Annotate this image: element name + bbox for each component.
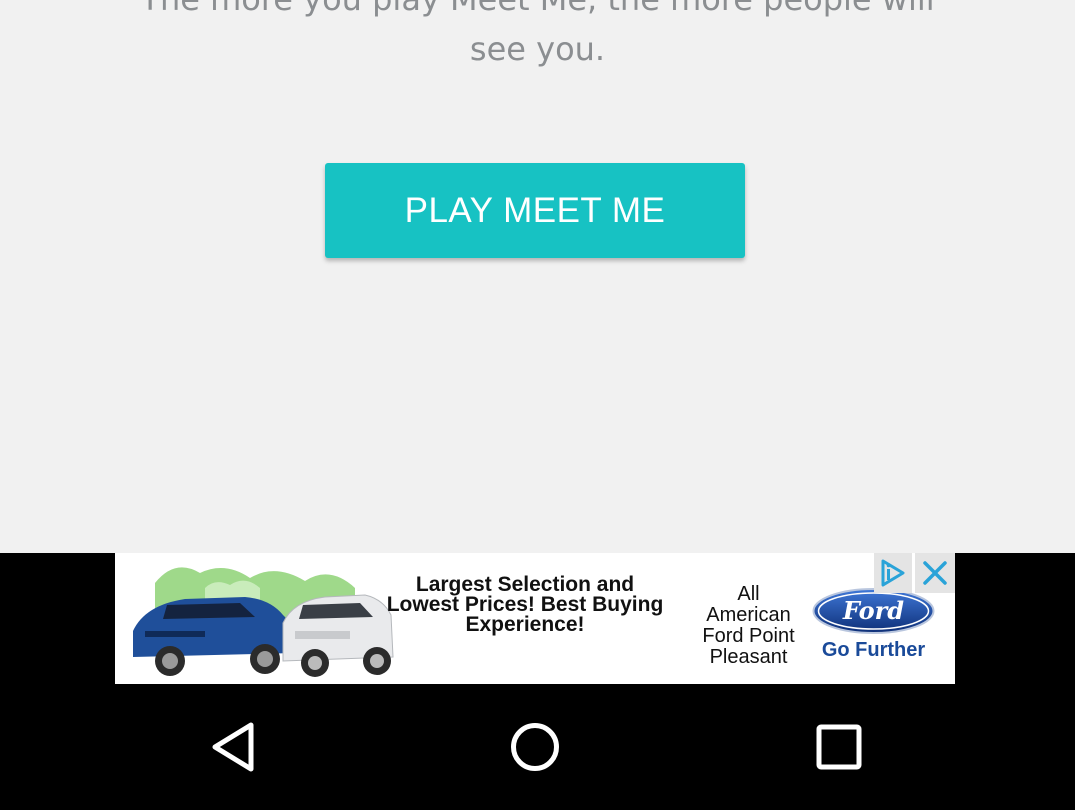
back-triangle-icon [212, 722, 254, 772]
adchoices-icon-glyph [881, 559, 905, 587]
adchoices-icon[interactable] [874, 553, 912, 593]
play-meet-me-button[interactable]: PLAY MEET ME [325, 163, 745, 258]
nav-home-button[interactable] [505, 717, 565, 777]
promo-text: The more you play Meet Me, the more peop… [100, 0, 975, 74]
ad-headline[interactable]: Largest Selection and Lowest Prices! Bes… [377, 573, 673, 636]
ad-advertiser-name[interactable]: All American Ford Point Pleasant [690, 584, 807, 668]
main-content: The more you play Meet Me, the more peop… [0, 0, 1075, 553]
ad-banner[interactable]: Largest Selection and Lowest Prices! Bes… [115, 553, 955, 684]
ad-close-button[interactable] [915, 553, 955, 593]
ford-logo: Ford [812, 588, 935, 634]
ad-tagline: Go Further [821, 639, 926, 661]
ad-advertiser-line-1: All [737, 583, 760, 605]
nav-back-button[interactable] [202, 717, 262, 777]
ad-headline-line-2: Lowest Prices! Best Buying [386, 593, 664, 616]
home-circle-icon [511, 723, 559, 771]
close-icon [923, 561, 947, 585]
ad-car-image[interactable] [115, 553, 395, 684]
ad-advertiser-line-3: Ford Point [702, 625, 795, 647]
ad-bar: Largest Selection and Lowest Prices! Bes… [0, 553, 1075, 684]
ad-advertiser-line-4: Pleasant [709, 646, 788, 668]
promo-text-line-2: see you. [469, 30, 606, 68]
ad-headline-line-1: Largest Selection and [415, 573, 635, 596]
recents-square-icon [816, 724, 862, 770]
promo-text-line-1: The more you play Meet Me, the more peop… [140, 0, 934, 18]
ad-advertiser-line-2: American [706, 604, 791, 626]
nav-recents-button[interactable] [809, 717, 869, 777]
android-nav-bar [0, 684, 1075, 810]
ford-logo-text: Ford [842, 596, 904, 625]
ad-headline-line-3: Experience! [465, 613, 585, 636]
ford-brand[interactable]: Ford Go Further [810, 587, 937, 667]
